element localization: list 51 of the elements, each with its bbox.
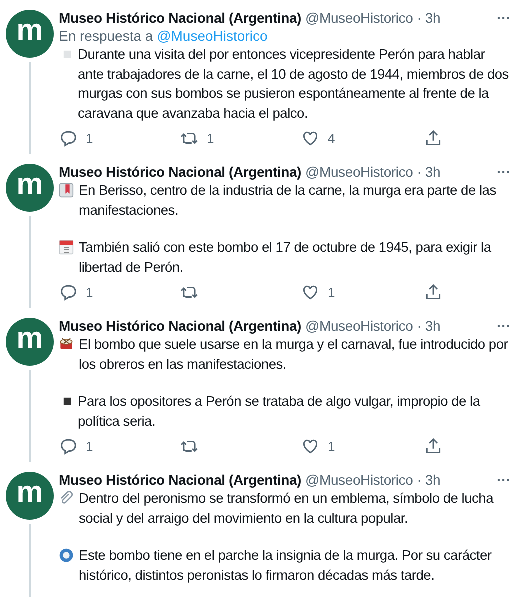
radio-button-icon (59, 548, 74, 563)
tweet-text: El bombo que suele usarse en la murga y el carnaval, fue introducido por los obreros en las manifestaciones. (79, 336, 510, 374)
author-name[interactable]: Museo Histórico Nacional (Argentina) (59, 10, 302, 26)
author-handle[interactable]: @MuseoHistorico (306, 164, 414, 180)
paperclip-icon (59, 491, 74, 506)
reply-count: 1 (86, 285, 94, 300)
square-icon (63, 397, 72, 406)
book-icon (59, 183, 74, 198)
timestamp[interactable]: · 3h (417, 472, 441, 488)
heart-icon[interactable] (301, 283, 320, 302)
more-menu[interactable]: ··· (497, 472, 511, 488)
share-icon[interactable] (424, 283, 443, 302)
author-handle[interactable]: @MuseoHistorico (306, 472, 414, 488)
like-count: 1 (328, 439, 336, 454)
timestamp[interactable]: · 3h (417, 164, 441, 180)
timestamp[interactable]: · 3h (417, 318, 441, 334)
tweet-text: En Berisso, centro de la industria de la carne, la murga era parte de las manifestaciones. (79, 182, 498, 220)
more-menu[interactable]: ··· (497, 10, 511, 26)
author-name[interactable]: Museo Histórico Nacional (Argentina) (59, 472, 302, 488)
tweet-text: También salió con este bombo el 17 de octubre de 1945, para exigir la libertad de Perón. (79, 239, 492, 276)
avatar[interactable]: m (6, 318, 54, 366)
like-count: 1 (328, 285, 336, 300)
like-count: 4 (328, 131, 336, 146)
heart-icon[interactable] (301, 129, 320, 148)
share-icon[interactable] (424, 129, 443, 148)
avatar[interactable]: m (6, 10, 54, 58)
author-handle[interactable]: @MuseoHistorico (306, 10, 414, 26)
tweet-text: Durante una visita del por entonces vicepresidente Perón para hablar ante trabajadores de la carne, el 10 de agosto de 1944, miembros de dos murgas con sus bombos se pusieron espontáneamente al frente de la caravana que avanzaba hacia el palco. (78, 46, 510, 123)
reply-icon[interactable] (59, 283, 78, 302)
reply-context: En respuesta a @MuseoHistorico (59, 28, 269, 44)
author-name[interactable]: Museo Histórico Nacional (Argentina) (59, 164, 302, 180)
author-name[interactable]: Museo Histórico Nacional (Argentina) (59, 318, 302, 334)
reply-icon[interactable] (59, 129, 78, 148)
calendar-icon (59, 240, 74, 255)
tweet-text: Dentro del peronismo se transformó en un emblema, símbolo de lucha social y del arraigo del movimiento en la cultura popular. (79, 490, 495, 528)
timestamp[interactable]: · 3h (417, 10, 441, 26)
square-icon (63, 50, 72, 59)
reply-count: 1 (86, 439, 94, 454)
tweet-text: Para los opositores a Perón se trataba de algo vulgar, impropio de la política seria. (78, 393, 482, 431)
more-menu[interactable]: ··· (497, 164, 511, 180)
share-icon[interactable] (424, 437, 443, 456)
author-handle[interactable]: @MuseoHistorico (306, 318, 414, 334)
drum-icon (59, 337, 74, 352)
reply-count: 1 (86, 131, 94, 146)
avatar[interactable]: m (6, 164, 54, 212)
avatar[interactable]: m (6, 472, 54, 520)
heart-icon[interactable] (301, 437, 320, 456)
retweet-count: 1 (207, 131, 214, 146)
tweet-text: Este bombo tiene en el parche la insignia de la murga. Por su carácter histórico, distintos peronistas lo firmaron décadas más tarde. (79, 547, 493, 585)
more-menu[interactable]: ··· (497, 318, 511, 334)
reply-icon[interactable] (59, 437, 78, 456)
